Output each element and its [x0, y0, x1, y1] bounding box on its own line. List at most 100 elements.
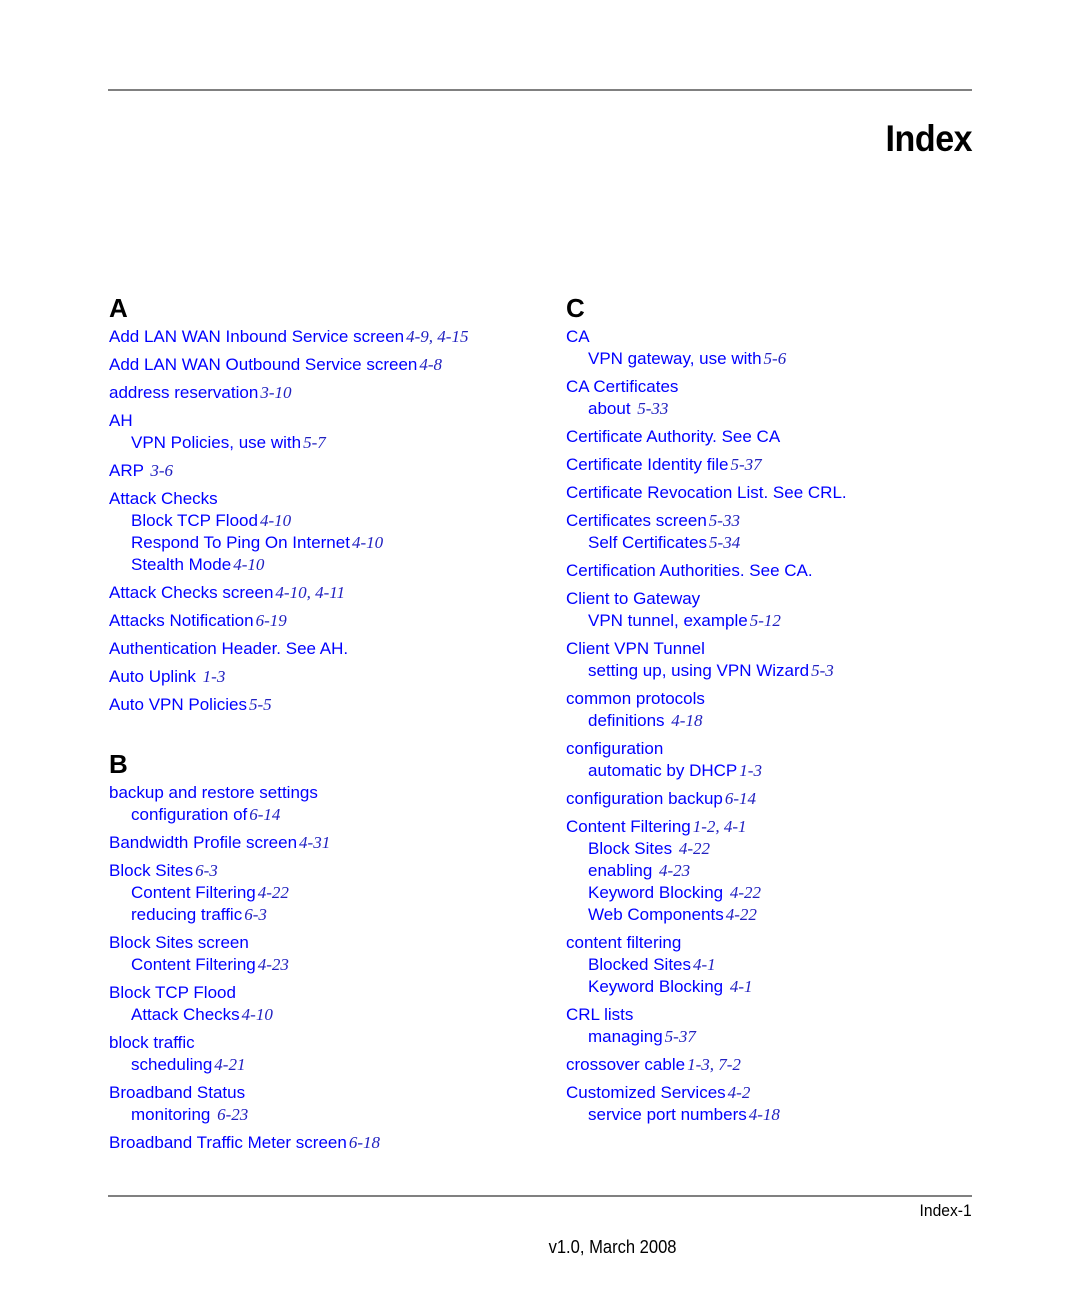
index-term[interactable]: backup and restore settings [109, 782, 539, 804]
term-text[interactable]: Attacks Notification [109, 611, 254, 630]
term-text[interactable]: Block TCP Flood [109, 983, 236, 1002]
term-text[interactable]: Certificate Revocation List. See CRL. [566, 483, 847, 502]
page-reference-link[interactable]: 4-18 [671, 711, 702, 730]
page-reference-link[interactable]: 4-10 [260, 511, 291, 530]
page-reference-link[interactable]: 5-7 [303, 433, 326, 452]
term-text[interactable]: managing [588, 1027, 663, 1046]
page-reference-link[interactable]: 4-31 [299, 833, 330, 852]
term-text[interactable]: Respond To Ping On Internet [131, 533, 350, 552]
index-subentry[interactable]: scheduling 4-21 [109, 1054, 539, 1076]
page-reference-link[interactable]: 4-10 [352, 533, 383, 552]
page-reference-link[interactable]: 4-10 [242, 1005, 273, 1024]
index-term[interactable]: Block TCP Flood [109, 982, 539, 1004]
page-reference-link[interactable]: 4-10 [233, 555, 264, 574]
index-subentry[interactable]: enabling 4-23 [566, 860, 986, 882]
index-term[interactable]: CA [566, 326, 986, 348]
index-subentry[interactable]: Web Components 4-22 [566, 904, 986, 926]
term-text[interactable]: VPN gateway, use with [588, 349, 762, 368]
term-text[interactable]: Content Filtering [131, 955, 256, 974]
index-subentry[interactable]: configuration of 6-14 [109, 804, 539, 826]
page-reference-link[interactable]: 3-10 [260, 383, 291, 402]
index-term[interactable]: CRL lists [566, 1004, 986, 1026]
index-subentry[interactable]: VPN gateway, use with 5-6 [566, 348, 986, 370]
index-term[interactable]: Attacks Notification 6-19 [109, 610, 539, 632]
term-text[interactable]: Authentication Header. See AH. [109, 639, 348, 658]
page-reference-link[interactable]: 4-2 [728, 1083, 751, 1102]
term-text[interactable]: Block TCP Flood [131, 511, 258, 530]
page-reference-link[interactable]: 1-3, 7-2 [687, 1055, 741, 1074]
index-term[interactable]: configuration [566, 738, 986, 760]
index-subentry[interactable]: service port numbers 4-18 [566, 1104, 986, 1126]
index-term[interactable]: Certification Authorities. See CA. [566, 560, 986, 582]
index-term[interactable]: ARP 3-6 [109, 460, 539, 482]
index-term[interactable]: Add LAN WAN Inbound Service screen 4-9, 4… [109, 326, 539, 348]
page-reference-link[interactable]: 4-23 [659, 861, 690, 880]
term-text[interactable]: automatic by DHCP [588, 761, 737, 780]
page-reference-link[interactable]: 6-19 [256, 611, 287, 630]
term-text[interactable]: Add LAN WAN Outbound Service screen [109, 355, 417, 374]
term-text[interactable]: Block Sites [109, 861, 193, 880]
page-reference-link[interactable]: 4-9, 4-15 [406, 327, 468, 346]
index-subentry[interactable]: Respond To Ping On Internet 4-10 [109, 532, 539, 554]
page-reference-link[interactable]: 4-21 [214, 1055, 245, 1074]
index-term[interactable]: Block Sites screen [109, 932, 539, 954]
index-subentry[interactable]: reducing traffic 6-3 [109, 904, 539, 926]
index-subentry[interactable]: Content Filtering 4-23 [109, 954, 539, 976]
index-term[interactable]: Auto VPN Policies 5-5 [109, 694, 539, 716]
page-reference-link[interactable]: 5-12 [750, 611, 781, 630]
term-text[interactable]: common protocols [566, 689, 705, 708]
term-text[interactable]: CRL lists [566, 1005, 633, 1024]
index-subentry[interactable]: Keyword Blocking 4-1 [566, 976, 986, 998]
page-reference-link[interactable]: 5-34 [709, 533, 740, 552]
term-text[interactable]: Client to Gateway [566, 589, 700, 608]
index-term[interactable]: Client VPN Tunnel [566, 638, 986, 660]
index-term[interactable]: Certificate Authority. See CA [566, 426, 986, 448]
page-reference-link[interactable]: 4-8 [419, 355, 442, 374]
page-reference-link[interactable]: 5-33 [709, 511, 740, 530]
page-reference-link[interactable]: 3-6 [150, 461, 173, 480]
index-term[interactable]: Attack Checks screen 4-10, 4-11 [109, 582, 539, 604]
term-text[interactable]: Add LAN WAN Inbound Service screen [109, 327, 404, 346]
page-reference-link[interactable]: 6-3 [195, 861, 218, 880]
page-reference-link[interactable]: 5-33 [637, 399, 668, 418]
page-reference-link[interactable]: 4-10, 4-11 [275, 583, 345, 602]
term-text[interactable]: backup and restore settings [109, 783, 318, 802]
term-text[interactable]: enabling [588, 861, 657, 880]
index-subentry[interactable]: Block Sites 4-22 [566, 838, 986, 860]
page-reference-link[interactable]: 5-37 [731, 455, 762, 474]
term-text[interactable]: definitions [588, 711, 669, 730]
term-text[interactable]: Blocked Sites [588, 955, 691, 974]
index-subentry[interactable]: monitoring 6-23 [109, 1104, 539, 1126]
index-term[interactable]: Certificate Identity file 5-37 [566, 454, 986, 476]
index-subentry[interactable]: Self Certificates 5-34 [566, 532, 986, 554]
term-text[interactable]: Web Components [588, 905, 724, 924]
term-text[interactable]: configuration backup [566, 789, 723, 808]
page-reference-link[interactable]: 5-3 [811, 661, 834, 680]
index-subentry[interactable]: automatic by DHCP 1-3 [566, 760, 986, 782]
term-text[interactable]: service port numbers [588, 1105, 747, 1124]
page-reference-link[interactable]: 4-22 [258, 883, 289, 902]
term-text[interactable]: about [588, 399, 635, 418]
index-term[interactable]: Content Filtering 1-2, 4-1 [566, 816, 986, 838]
term-text[interactable]: Stealth Mode [131, 555, 231, 574]
term-text[interactable]: Auto Uplink [109, 667, 201, 686]
index-term[interactable]: Certificate Revocation List. See CRL. [566, 482, 986, 504]
term-text[interactable]: Certification Authorities. See CA. [566, 561, 813, 580]
term-text[interactable]: setting up, using VPN Wizard [588, 661, 809, 680]
index-subentry[interactable]: Block TCP Flood 4-10 [109, 510, 539, 532]
index-subentry[interactable]: VPN tunnel, example 5-12 [566, 610, 986, 632]
term-text[interactable]: Content Filtering [131, 883, 256, 902]
index-term[interactable]: Broadband Traffic Meter screen 6-18 [109, 1132, 539, 1154]
term-text[interactable]: reducing traffic [131, 905, 242, 924]
term-text[interactable]: scheduling [131, 1055, 212, 1074]
term-text[interactable]: Attack Checks [109, 489, 218, 508]
index-term[interactable]: Attack Checks [109, 488, 539, 510]
page-reference-link[interactable]: 1-2, 4-1 [693, 817, 747, 836]
page-reference-link[interactable]: 4-18 [749, 1105, 780, 1124]
index-subentry[interactable]: VPN Policies, use with 5-7 [109, 432, 539, 454]
index-term[interactable]: Add LAN WAN Outbound Service screen 4-8 [109, 354, 539, 376]
term-text[interactable]: Broadband Traffic Meter screen [109, 1133, 347, 1152]
term-text[interactable]: AH [109, 411, 133, 430]
term-text[interactable]: VPN Policies, use with [131, 433, 301, 452]
page-reference-link[interactable]: 1-3 [203, 667, 226, 686]
